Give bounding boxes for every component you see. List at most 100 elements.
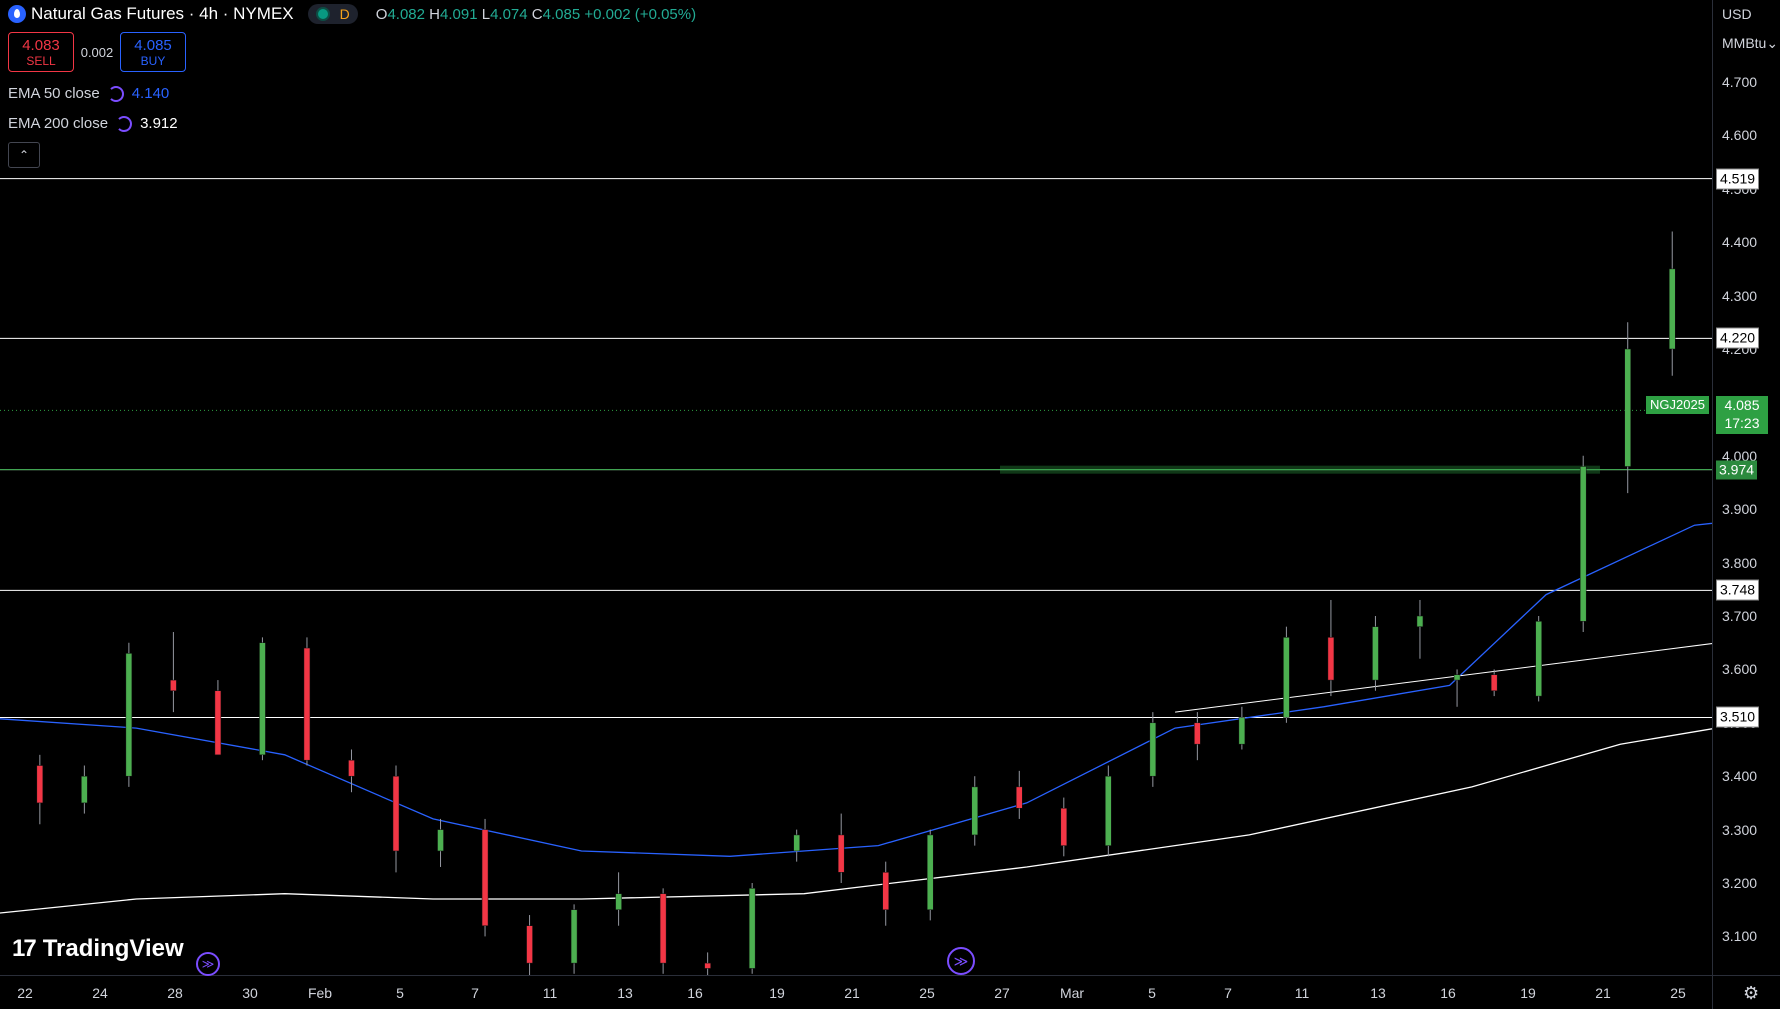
candle: [1579, 455, 1587, 633]
candle-body: [1194, 722, 1201, 745]
candle: [526, 915, 533, 975]
candle: [882, 861, 889, 926]
time-tick-label: 24: [92, 985, 108, 1001]
candle: [1490, 669, 1498, 697]
price-tick-label: 3.100: [1722, 928, 1758, 945]
time-tick-label: 19: [769, 985, 785, 1001]
candle: [1535, 616, 1542, 702]
time-tick-label: 7: [1224, 985, 1232, 1001]
time-tick-label: 5: [1148, 985, 1156, 1001]
bar-countdown: 17:23: [1724, 415, 1760, 431]
candle: [437, 818, 444, 867]
symbol-header[interactable]: Natural Gas Futures · 4h · NYMEX D O4.08…: [8, 3, 696, 25]
data-loading-icon: [107, 85, 124, 102]
time-tick-label: 16: [1440, 985, 1456, 1001]
candle: [1060, 797, 1068, 857]
settings-gear-icon[interactable]: ⚙: [1743, 983, 1759, 1004]
candle-body: [36, 765, 44, 804]
candle-body: [1535, 621, 1542, 697]
candle: [837, 813, 845, 883]
time-tick-label: 30: [242, 985, 258, 1001]
chart-title: Natural Gas Futures · 4h · NYMEX: [31, 4, 294, 23]
candle-body: [837, 834, 845, 873]
buy-button[interactable]: 4.085 BUY: [120, 32, 186, 72]
time-tick-label: 19: [1520, 985, 1536, 1001]
tradingview-logo[interactable]: 17 TradingView: [12, 935, 184, 963]
time-tick-label: 13: [617, 985, 633, 1001]
time-axis[interactable]: 22 24 28 30 Feb 5 7 11 13 16 19 21 25 27 Mar 5 7 11 13 16 19…: [0, 975, 1712, 1009]
candle: [1105, 765, 1112, 857]
tradingview-mark-icon: 17: [12, 935, 37, 962]
candle: [125, 642, 133, 787]
candle: [81, 765, 88, 814]
sell-button[interactable]: 4.083 SELL: [8, 32, 74, 72]
price-tick-label: 3.200: [1722, 875, 1758, 891]
candle-body: [214, 690, 222, 756]
ema200-line: [0, 728, 1712, 914]
candle: [1194, 712, 1201, 761]
event-marker-icon[interactable]: ≫: [196, 952, 220, 976]
candle: [1327, 599, 1335, 697]
candle: [1416, 599, 1424, 659]
candle-body: [348, 759, 355, 777]
level-price-label: 3.510: [1716, 706, 1760, 728]
last-price-label: 4.085 17:23: [1716, 396, 1768, 434]
candle: [615, 872, 622, 926]
candle: [1453, 669, 1461, 707]
unit-selector[interactable]: MMBtu⌄: [1722, 35, 1778, 52]
spread-value: 0.002: [80, 44, 114, 60]
currency-label[interactable]: USD: [1722, 6, 1752, 22]
candle: [1016, 770, 1023, 819]
price-tick-label: 3.400: [1722, 768, 1758, 785]
ohlc-values: O4.082 H4.091 L4.074 C4.085 +0.002 (+0.0…: [375, 5, 697, 23]
candle: [348, 749, 355, 793]
candle: [659, 888, 667, 974]
price-chart[interactable]: [0, 0, 1712, 975]
candle-body: [882, 872, 889, 910]
candle-body: [125, 653, 133, 777]
price-tick-label: 4.300: [1722, 287, 1758, 304]
time-tick-label: 21: [1595, 985, 1611, 1001]
level-price-label: 4.519: [1716, 168, 1760, 190]
candle-body: [392, 775, 400, 852]
time-tick-label: 11: [542, 985, 558, 1001]
time-tick-label: 7: [471, 985, 479, 1001]
price-tick-label: 3.600: [1722, 661, 1758, 678]
candle: [570, 904, 578, 974]
candle: [1149, 712, 1157, 787]
candle: [1238, 706, 1246, 750]
time-tick-label: 5: [396, 985, 404, 1001]
candle-body: [793, 834, 800, 852]
price-tick-label: 3.300: [1722, 821, 1758, 838]
market-open-icon: [315, 7, 330, 21]
candle: [1624, 322, 1631, 494]
candle: [1668, 231, 1676, 376]
time-tick-label: 11: [1294, 985, 1310, 1001]
time-tick-label: 25: [919, 985, 935, 1001]
candle: [170, 632, 177, 713]
time-tick-label: 13: [1370, 985, 1386, 1001]
candle-body: [659, 893, 667, 964]
level-price-label: 3.974: [1716, 460, 1758, 480]
chevron-down-icon: ⌄: [1766, 35, 1779, 51]
time-tick-label: 25: [1670, 985, 1686, 1001]
candle-body: [481, 829, 489, 926]
candle: [748, 883, 756, 974]
candle: [1372, 616, 1379, 691]
time-tick-label: 22: [17, 985, 33, 1001]
candle-body: [437, 829, 444, 852]
scroll-to-realtime-icon[interactable]: ≫: [947, 947, 975, 975]
candle: [1283, 626, 1290, 723]
collapse-legend-button[interactable]: ⌃: [8, 142, 40, 168]
price-tick-label: 4.400: [1722, 234, 1758, 251]
candle-body: [1416, 615, 1424, 627]
price-tick-label: 3.800: [1722, 554, 1758, 571]
price-tick-label: 4.700: [1722, 74, 1758, 90]
candle: [303, 637, 311, 766]
market-status[interactable]: D: [307, 4, 358, 24]
ema50-legend[interactable]: EMA 50 close 4.140: [8, 85, 169, 102]
symbol-price-label: NGJ2025: [1646, 396, 1709, 414]
price-change: +0.002 (+0.05%): [584, 5, 697, 23]
ema200-legend[interactable]: EMA 200 close 3.912: [8, 115, 178, 132]
candle: [392, 765, 400, 873]
